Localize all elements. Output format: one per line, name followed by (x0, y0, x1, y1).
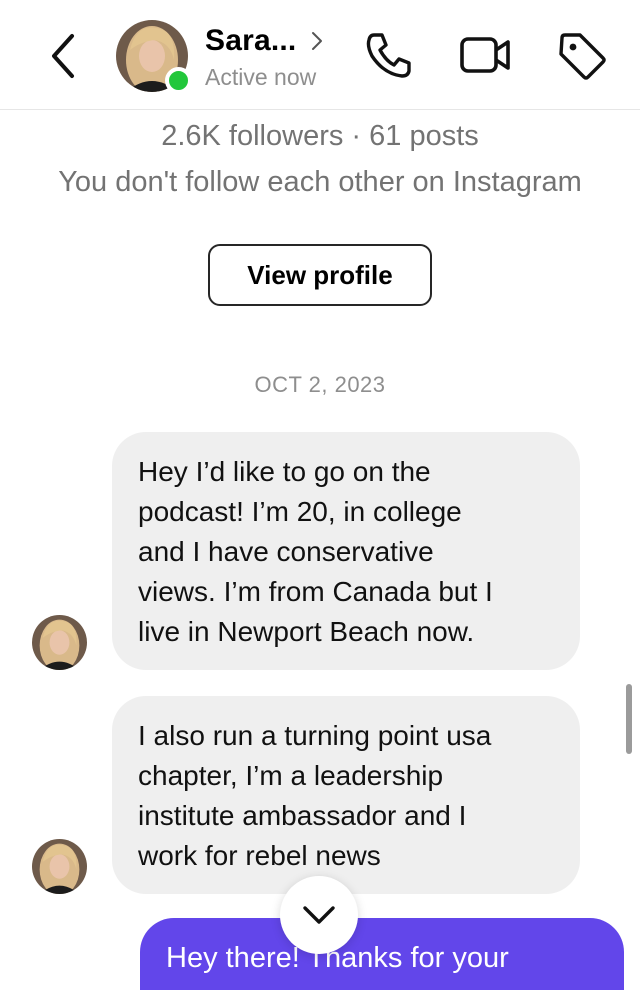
contact-name-row[interactable]: Sara... (205, 24, 324, 58)
incoming-message[interactable]: I also run a turning point usa chapter, … (112, 696, 580, 894)
incoming-message[interactable]: Hey I’d like to go on the podcast! I’m 2… (112, 432, 580, 670)
view-profile-button[interactable]: View profile (208, 244, 432, 306)
message-line: live in Newport Beach now. (138, 616, 475, 647)
message-line: podcast! I’m 20, in college (138, 496, 462, 527)
sender-avatar[interactable] (32, 615, 87, 670)
follow-status-note: You don't follow each other on Instagram (58, 166, 582, 198)
chevron-down-icon (303, 906, 335, 924)
video-camera-icon[interactable] (458, 30, 514, 80)
back-chevron-icon[interactable] (44, 28, 84, 84)
outgoing-message[interactable]: Hey there! Thanks for your (140, 918, 624, 990)
message-line: I also run a turning point usa (138, 720, 492, 751)
active-status: Active now (205, 64, 317, 90)
message-line: chapter, I’m a leadership (138, 760, 444, 791)
phone-icon[interactable] (364, 30, 414, 80)
date-separator: OCT 2, 2023 (254, 372, 386, 397)
scrollbar[interactable] (626, 684, 632, 754)
tag-icon[interactable] (556, 30, 608, 82)
contact-name: Sara... (205, 24, 297, 57)
header-avatar[interactable] (116, 20, 192, 94)
message-line: and I have conservative (138, 536, 434, 567)
message-line: Hey I’d like to go on the (138, 456, 431, 487)
message-line: Hey there! Thanks for your (166, 942, 509, 974)
chevron-right-icon (312, 32, 323, 50)
chat-header: Sara... Active now (0, 0, 640, 110)
message-line: institute ambassador and I (138, 800, 467, 831)
scroll-to-bottom-button[interactable] (280, 876, 358, 954)
followers-info: 2.6K followers · 61 posts (161, 120, 479, 152)
online-status-dot (165, 67, 192, 94)
sender-avatar[interactable] (32, 839, 87, 894)
message-line: work for rebel news (138, 840, 381, 871)
message-line: views. I’m from Canada but I (138, 576, 493, 607)
